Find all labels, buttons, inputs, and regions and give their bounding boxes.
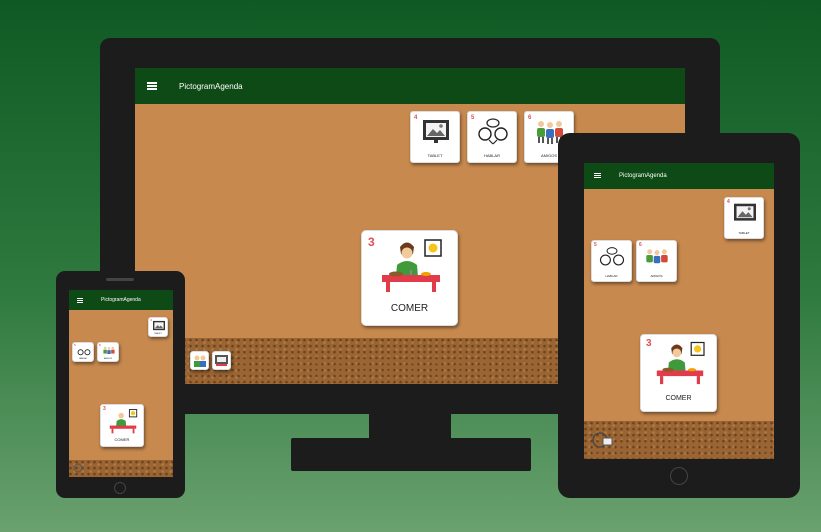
tablet-picture-icon bbox=[423, 120, 449, 143]
pictogram-card-hablar[interactable]: 5 HABLAR bbox=[591, 240, 632, 282]
card-label: COMER bbox=[665, 395, 692, 402]
card-number: 3 bbox=[646, 338, 652, 349]
current-pictogram-card[interactable]: 3 COMER bbox=[640, 334, 717, 412]
card-label: AMIGOS bbox=[103, 358, 112, 360]
app-title: PictogramAgenda bbox=[619, 173, 667, 179]
card-number: 5 bbox=[471, 115, 475, 121]
phone-speaker bbox=[106, 278, 134, 281]
talking-people-icon bbox=[599, 247, 625, 266]
phone-home-button[interactable] bbox=[114, 482, 126, 494]
current-pictogram-card[interactable]: 3 COMER bbox=[361, 230, 458, 326]
tray-icon bbox=[215, 355, 228, 366]
monitor-stand-base bbox=[291, 438, 531, 471]
phone-device: PictogramAgenda 4 TABLET 5 HABLAR 6 AMIG… bbox=[56, 271, 185, 498]
card-label: COMER bbox=[114, 437, 130, 442]
pictogram-card-tablet[interactable]: 4 TABLET bbox=[410, 111, 460, 163]
friends-icon bbox=[646, 249, 668, 264]
tray-pictogram-2[interactable] bbox=[212, 351, 231, 370]
card-number: 3 bbox=[103, 406, 106, 412]
tablet-home-button[interactable] bbox=[670, 467, 688, 485]
tablet-appbar: PictogramAgenda bbox=[584, 163, 774, 189]
tray-icon bbox=[194, 355, 206, 367]
eating-person-icon bbox=[656, 341, 705, 385]
tray-icon bbox=[73, 463, 83, 473]
talking-people-icon bbox=[77, 349, 91, 356]
card-number: 3 bbox=[368, 235, 375, 249]
card-label: HABLAR bbox=[483, 153, 500, 158]
pictogram-tray bbox=[584, 421, 774, 459]
pictogram-card-tablet[interactable]: 4 TABLET bbox=[148, 317, 168, 337]
pictogram-card-amigos[interactable]: 6 AMIGOS bbox=[636, 240, 677, 282]
phone-appbar: PictogramAgenda bbox=[69, 290, 173, 310]
app-title: PictogramAgenda bbox=[179, 81, 243, 91]
menu-icon[interactable] bbox=[594, 173, 601, 179]
eating-person-icon bbox=[382, 239, 442, 292]
card-number: 4 bbox=[727, 199, 730, 205]
card-number: 6 bbox=[528, 115, 532, 121]
menu-icon[interactable] bbox=[147, 82, 157, 90]
pictogram-card-amigos[interactable]: 6 AMIGOS bbox=[97, 342, 119, 362]
friends-icon bbox=[103, 346, 115, 354]
pictogram-card-tablet[interactable]: 4 TABLET bbox=[724, 197, 764, 239]
pictogram-card-hablar[interactable]: 5 HABLAR bbox=[72, 342, 94, 362]
card-number: 6 bbox=[639, 242, 642, 248]
monitor-appbar: PictogramAgenda bbox=[135, 68, 685, 104]
tablet-picture-icon bbox=[153, 320, 165, 331]
pictogram-card-hablar[interactable]: 5 HABLAR bbox=[467, 111, 517, 163]
tablet-device: PictogramAgenda 4 TABLET 5 HABLAR 6 AMIG… bbox=[558, 133, 800, 498]
talking-people-icon bbox=[478, 118, 508, 145]
pictogram-tray bbox=[69, 460, 173, 477]
tablet-picture-icon bbox=[734, 203, 756, 221]
phone-screen: PictogramAgenda 4 TABLET 5 HABLAR 6 AMIG… bbox=[69, 290, 173, 477]
tray-icon bbox=[592, 432, 613, 448]
card-number: 4 bbox=[414, 115, 418, 121]
card-label: HABLAR bbox=[78, 358, 87, 360]
card-label: HABLAR bbox=[605, 274, 618, 278]
card-label: AMIGOS bbox=[650, 274, 663, 278]
card-label: TABLET bbox=[427, 153, 443, 158]
current-pictogram-card[interactable]: 3 COMER bbox=[100, 404, 144, 447]
eating-person-icon bbox=[109, 409, 138, 434]
card-label: TABLET bbox=[154, 333, 162, 335]
tray-pictogram-1[interactable] bbox=[190, 351, 209, 370]
menu-icon[interactable] bbox=[77, 297, 83, 303]
card-label: TABLET bbox=[738, 231, 750, 235]
app-title: PictogramAgenda bbox=[101, 297, 141, 303]
tablet-screen: PictogramAgenda 4 TABLET 5 HABLAR 6 AMIG… bbox=[584, 163, 774, 459]
card-label: COMER bbox=[390, 303, 429, 314]
card-number: 5 bbox=[594, 242, 597, 248]
